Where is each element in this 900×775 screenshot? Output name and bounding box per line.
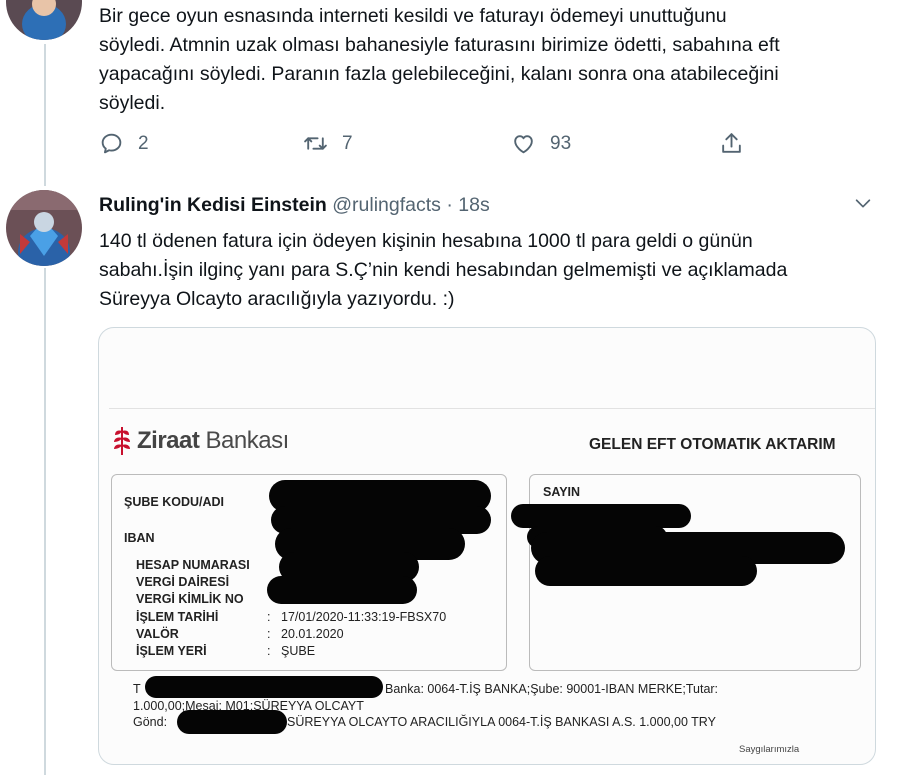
thread-connector xyxy=(44,268,46,775)
label-valor: VALÖR xyxy=(136,627,179,641)
share-icon xyxy=(722,133,741,153)
footer-line: SÜREYYA OLCAYTO ARACILIĞIYLA 0064-T.İŞ B… xyxy=(287,715,716,729)
redaction xyxy=(511,504,691,528)
handle[interactable]: @rulingfacts xyxy=(332,194,441,216)
label-vergi-dairesi: VERGİ DAİRESİ xyxy=(136,575,230,589)
ziraat-logo-icon xyxy=(114,427,130,455)
tweet-text-line: 140 tl ödenen fatura için ödeyen kişinin… xyxy=(99,230,753,252)
reply-count: 2 xyxy=(138,132,149,154)
label-sube: ŞUBE KODU/ADI xyxy=(124,495,225,509)
timestamp[interactable]: 18s xyxy=(458,194,489,216)
tweet-text-line: yapacağını söyledi. Paranın fazla gelebi… xyxy=(99,63,779,85)
like-count: 93 xyxy=(550,132,572,154)
chevron-down-icon[interactable] xyxy=(852,192,874,214)
like-button[interactable]: 93 xyxy=(511,131,571,156)
value-islem-yeri: ŞUBE xyxy=(281,644,316,658)
bank-name: Ziraat Bankası xyxy=(137,427,289,455)
receipt-title: GELEN EFT OTOMATIK AKTARIM xyxy=(589,436,836,453)
footer-line: T xyxy=(133,682,141,696)
label-vergi-kimlik: VERGİ KİMLİK NO xyxy=(136,592,244,606)
display-name[interactable]: Ruling'in Kedisi Einstein xyxy=(99,194,327,216)
bank-logo: Ziraat Bankası xyxy=(111,425,289,457)
reply-button[interactable]: 2 xyxy=(99,131,149,156)
tweet-actions: 2 7 93 xyxy=(99,131,759,163)
label-islem-yeri: İŞLEM YERİ xyxy=(136,644,207,658)
reply-icon xyxy=(101,133,122,154)
colon: : xyxy=(267,627,271,641)
value-islem-tarihi: 17/01/2020-11:33:19-FBSX70 xyxy=(281,610,447,624)
value-valor: 20.01.2020 xyxy=(281,627,344,641)
like-icon xyxy=(514,135,533,154)
avatar[interactable] xyxy=(6,0,82,40)
tweet-text: Bir gece oyun esnasında interneti kesild… xyxy=(99,2,879,118)
tweet-text-line: Bir gece oyun esnasında interneti kesild… xyxy=(99,5,727,27)
footer-line: Banka: 0064-T.İŞ BANKA;Şube: 90001-IBAN … xyxy=(385,682,719,696)
tweet-text-line: sabahı.İşin ilginç yanı para S.Ç’nin ken… xyxy=(99,259,788,281)
colon: : xyxy=(267,644,271,658)
tweet-text-line: söyledi. Atmnin uzak olması bahanesiyle … xyxy=(99,34,780,56)
label-hesap: HESAP NUMARASI xyxy=(136,558,250,572)
retweet-button[interactable]: 7 xyxy=(303,131,353,156)
divider xyxy=(109,408,875,409)
label-iban: IBAN xyxy=(124,531,155,545)
redaction xyxy=(145,676,383,698)
redaction xyxy=(267,576,417,604)
tweet-text-line: söyledi. xyxy=(99,92,166,114)
footer-line: Gönd: xyxy=(133,715,168,729)
retweet-count: 7 xyxy=(342,132,353,154)
colon: : xyxy=(267,610,271,624)
label-islem-tarihi: İŞLEM TARİHİ xyxy=(136,610,219,624)
signature: Saygılarımızla xyxy=(739,744,800,755)
retweet-icon xyxy=(304,137,327,150)
thread-connector xyxy=(44,44,46,186)
share-button[interactable] xyxy=(719,131,758,156)
redaction xyxy=(535,556,757,586)
label-sayin: SAYIN xyxy=(543,485,581,499)
redaction xyxy=(177,710,287,734)
tweet-text: 140 tl ödenen fatura için ödeyen kişinin… xyxy=(99,227,879,314)
tweet-media[interactable]: Ziraat Bankası GELEN EFT OTOMATIK AKTARI… xyxy=(98,327,876,765)
separator: · xyxy=(440,194,459,216)
bank-receipt: Ziraat Bankası GELEN EFT OTOMATIK AKTARI… xyxy=(99,328,875,764)
tweet-text-line: Süreyya Olcayto aracılığıyla yazıyordu. … xyxy=(99,288,455,310)
bank-name-bold: Ziraat xyxy=(137,427,200,454)
tweet-header: Ruling'in Kedisi Einstein @rulingfacts ·… xyxy=(99,194,490,217)
avatar[interactable] xyxy=(6,190,82,266)
bank-name-rest: Bankası xyxy=(199,427,290,454)
